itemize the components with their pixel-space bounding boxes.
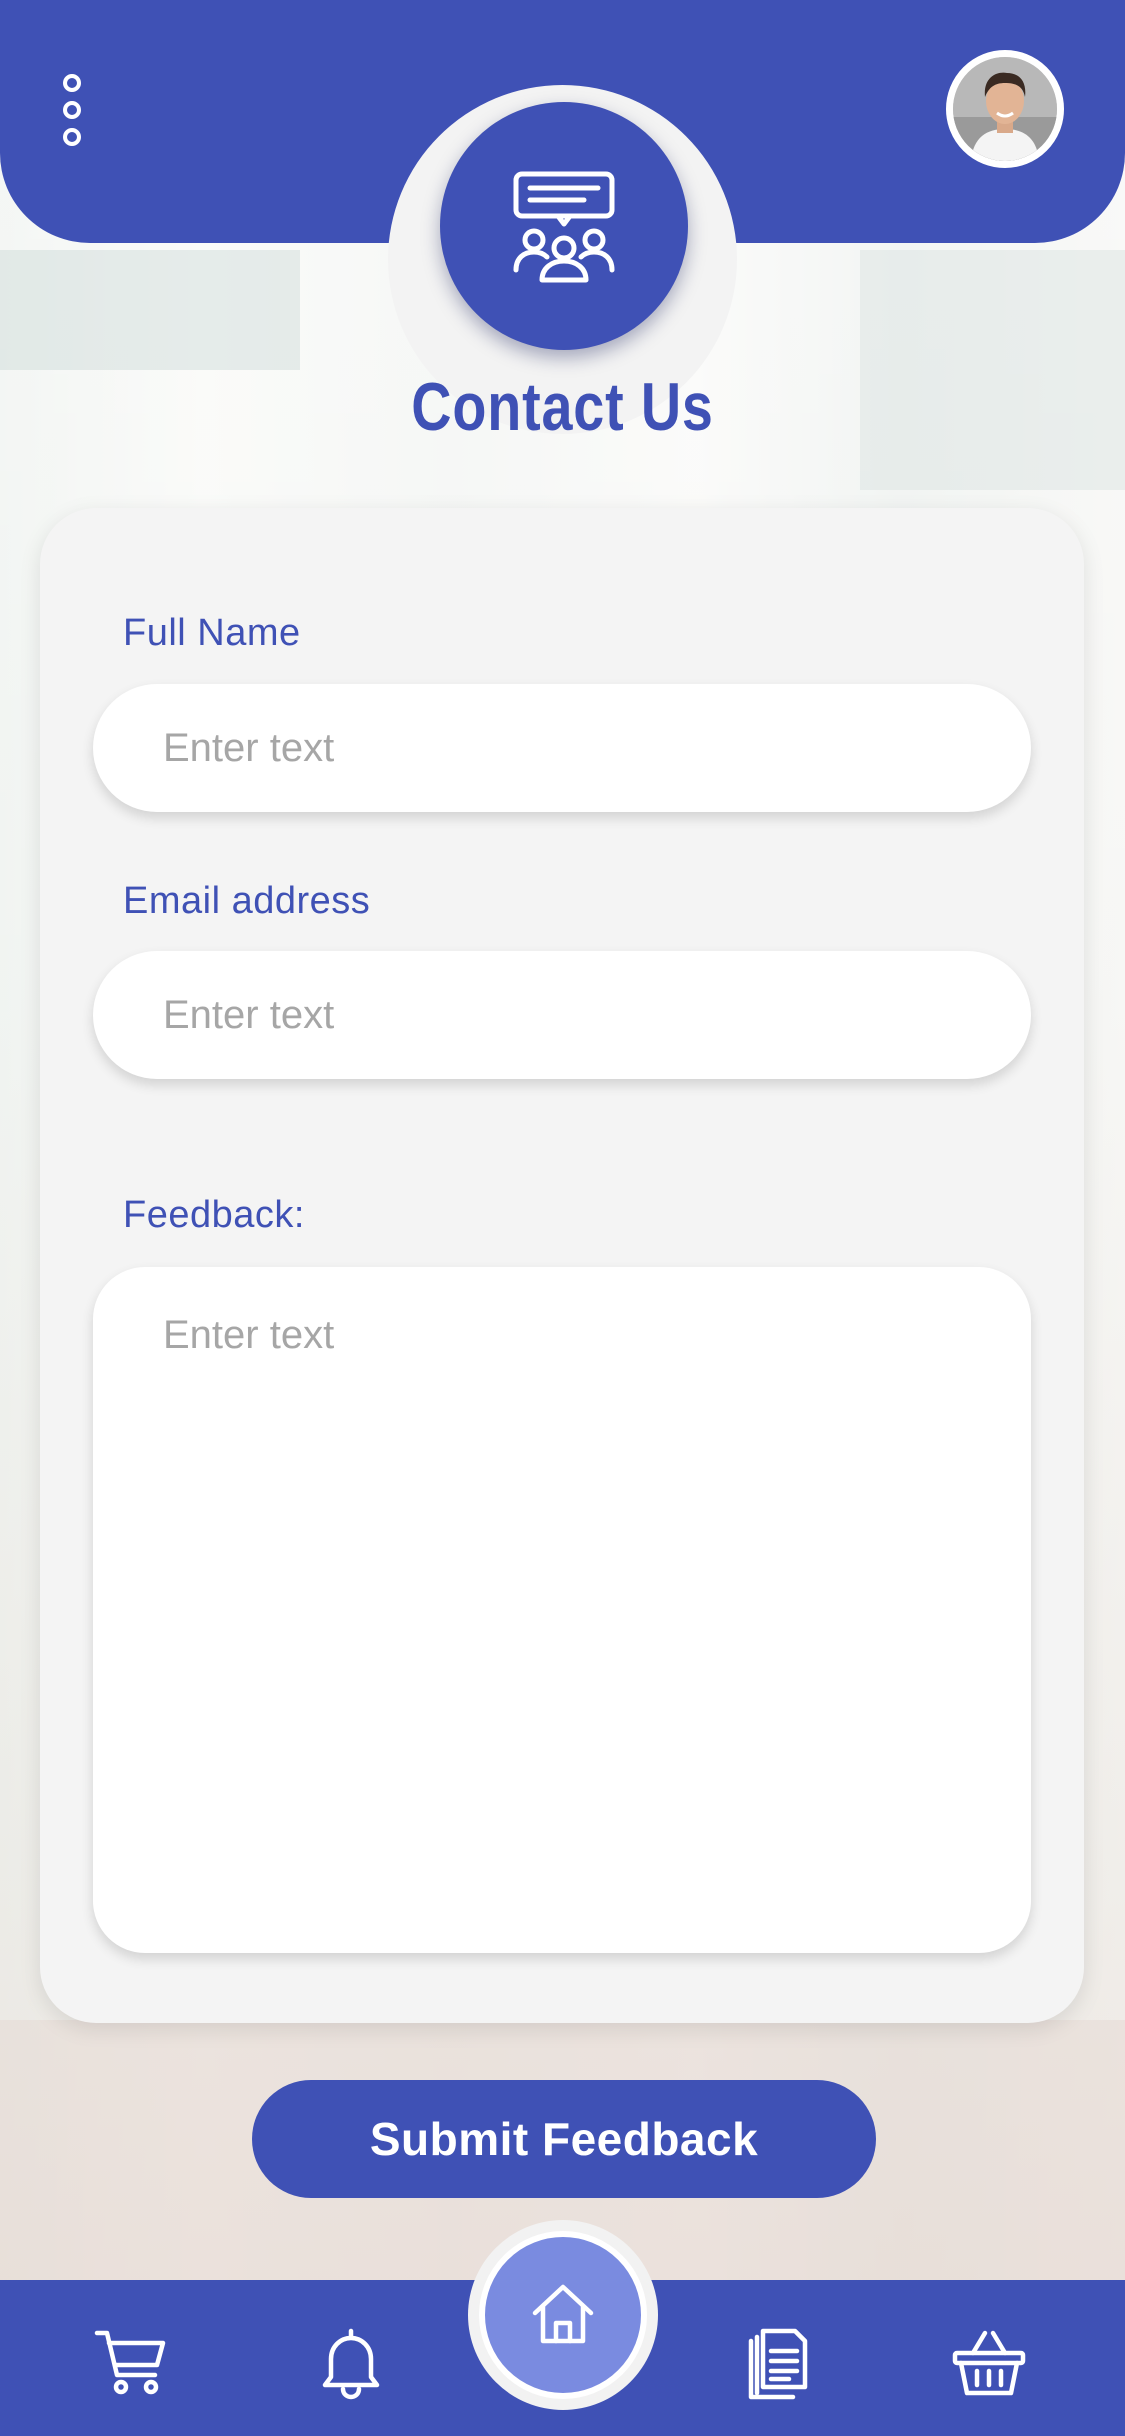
- bell-icon: [322, 2328, 380, 2400]
- full-name-input[interactable]: [93, 684, 1031, 812]
- user-avatar-image: [953, 57, 1057, 161]
- email-input[interactable]: [93, 951, 1031, 1079]
- documents-icon: [748, 2328, 808, 2400]
- more-vertical-icon: [63, 74, 81, 92]
- feedback-textarea[interactable]: [93, 1267, 1031, 1953]
- email-label: Email address: [123, 880, 371, 922]
- avatar[interactable]: [946, 50, 1064, 168]
- cart-icon: [94, 2330, 166, 2395]
- header-badge: [440, 102, 688, 350]
- nav-home[interactable]: [479, 2231, 647, 2399]
- nav-documents[interactable]: [732, 2318, 822, 2408]
- submit-feedback-button[interactable]: Submit Feedback: [252, 2080, 876, 2198]
- group-chat-icon: [513, 171, 615, 283]
- page-title: Contact Us: [411, 369, 714, 445]
- more-menu-button[interactable]: [50, 60, 94, 160]
- nav-basket[interactable]: [944, 2318, 1034, 2408]
- feedback-label: Feedback:: [123, 1194, 305, 1236]
- home-icon: [532, 2284, 594, 2344]
- nav-notifications[interactable]: [306, 2318, 396, 2408]
- full-name-label: Full Name: [123, 612, 301, 654]
- basket-icon: [952, 2330, 1026, 2396]
- nav-cart[interactable]: [86, 2318, 176, 2408]
